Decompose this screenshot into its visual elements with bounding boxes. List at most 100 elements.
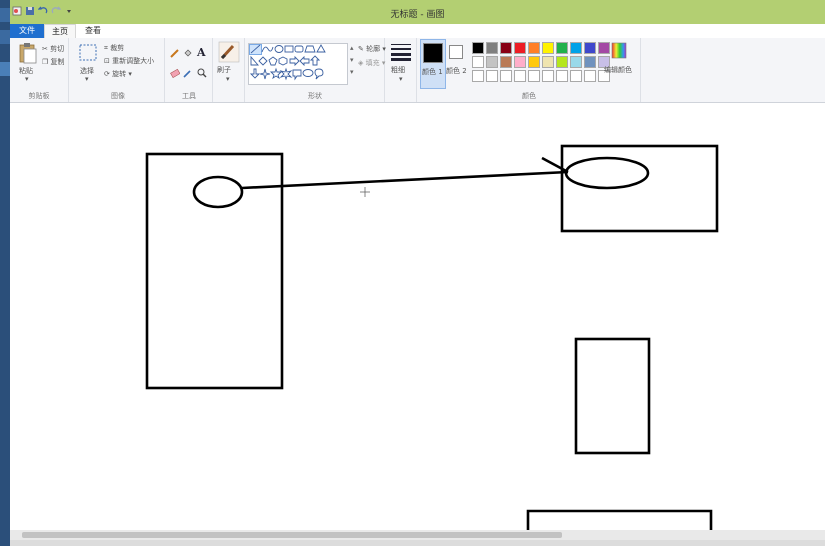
scissors-icon: ✂ bbox=[42, 45, 48, 53]
rotate-icon: ⟳ bbox=[104, 70, 110, 78]
resize-button[interactable]: ⊡ 重新调整大小 bbox=[104, 56, 154, 66]
window-title: 无标题 - 画图 bbox=[390, 10, 445, 20]
color-swatch[interactable] bbox=[598, 42, 610, 54]
outline-button[interactable]: ✎ 轮廓 ▾ bbox=[358, 44, 386, 54]
shapes-scroll-up-icon[interactable]: ▴ bbox=[350, 44, 354, 52]
resize-icon: ⊡ bbox=[104, 57, 110, 65]
color2-label: 颜色 2 bbox=[446, 67, 467, 75]
color-swatch[interactable] bbox=[514, 42, 526, 54]
edge-segment bbox=[0, 62, 10, 76]
color-palette bbox=[472, 42, 610, 82]
text-tool-icon[interactable]: A bbox=[197, 46, 206, 59]
tab-file[interactable]: 文件 bbox=[10, 24, 44, 38]
colors-group-label: 颜色 bbox=[522, 92, 536, 100]
rotate-button[interactable]: ⟳ 旋转 ▾ bbox=[104, 69, 132, 79]
color-swatch[interactable] bbox=[542, 70, 554, 82]
color-picker-icon[interactable] bbox=[183, 68, 193, 80]
color2-selector[interactable]: 颜色 2 bbox=[446, 39, 470, 87]
horizontal-scrollbar[interactable] bbox=[10, 530, 825, 540]
color-swatch[interactable] bbox=[556, 70, 568, 82]
select-icon[interactable] bbox=[78, 43, 98, 65]
image-group: 选择 ▾ ⌗ 裁剪 ⊡ 重新调整大小 ⟳ 旋转 ▾ 图像 bbox=[72, 38, 165, 102]
brushes-group: 刷子 ▾ bbox=[214, 38, 245, 102]
color-swatch[interactable] bbox=[486, 70, 498, 82]
size-dropdown-icon[interactable]: ▾ bbox=[399, 75, 403, 83]
color-swatch[interactable] bbox=[584, 42, 596, 54]
color-swatch[interactable] bbox=[528, 70, 540, 82]
shapes-more-icon[interactable]: ▾ bbox=[350, 68, 354, 76]
color1-selector[interactable]: 颜色 1 bbox=[420, 39, 446, 89]
brushes-dropdown-icon[interactable]: ▾ bbox=[226, 75, 230, 83]
color-swatch[interactable] bbox=[500, 56, 512, 68]
crop-button[interactable]: ⌗ 裁剪 bbox=[104, 43, 124, 53]
left-ellipse bbox=[192, 175, 244, 209]
color-swatch[interactable] bbox=[570, 70, 582, 82]
color-swatch[interactable] bbox=[514, 70, 526, 82]
color-swatch[interactable] bbox=[486, 42, 498, 54]
canvas-drawing bbox=[145, 144, 719, 530]
color-swatch[interactable] bbox=[486, 56, 498, 68]
line-size-icon[interactable] bbox=[390, 43, 412, 63]
color-swatch[interactable] bbox=[528, 42, 540, 54]
shapes-group-label: 形状 bbox=[308, 92, 322, 100]
color-swatch[interactable] bbox=[542, 56, 554, 68]
tools-group-label: 工具 bbox=[182, 92, 196, 100]
left-tall-rectangle bbox=[145, 152, 284, 390]
scrollbar-thumb[interactable] bbox=[22, 532, 562, 538]
select-dropdown-icon[interactable]: ▾ bbox=[85, 75, 89, 83]
color-swatch[interactable] bbox=[570, 42, 582, 54]
tab-view[interactable]: 查看 bbox=[78, 24, 108, 38]
shapes-scroll-down-icon[interactable]: ▾ bbox=[350, 56, 354, 64]
edit-colors-button[interactable]: 编辑颜色 bbox=[604, 65, 632, 75]
ribbon-tab-row: 文件 主页 查看 bbox=[10, 24, 825, 39]
pencil-icon[interactable] bbox=[170, 48, 180, 60]
tab-home[interactable]: 主页 bbox=[44, 24, 76, 39]
clipboard-group: 粘贴 ▾ ✂ 剪切 ❐ 复制 剪贴板 bbox=[10, 38, 69, 102]
color-swatch[interactable] bbox=[472, 70, 484, 82]
color-swatch[interactable] bbox=[556, 56, 568, 68]
color-swatch[interactable] bbox=[500, 70, 512, 82]
fill-icon: ◈ bbox=[358, 59, 364, 67]
drawing-canvas[interactable] bbox=[10, 103, 825, 530]
copy-icon: ❐ bbox=[42, 58, 49, 66]
fill-bucket-icon[interactable] bbox=[183, 48, 193, 60]
background-window-edge bbox=[0, 0, 10, 546]
size-group: 粗细 ▾ bbox=[386, 38, 417, 102]
color2-swatch bbox=[449, 45, 463, 59]
clipboard-group-label: 剪贴板 bbox=[28, 92, 50, 100]
cut-button[interactable]: ✂ 剪切 bbox=[42, 44, 64, 54]
bottom-rectangle-partial bbox=[526, 509, 713, 530]
paste-icon[interactable] bbox=[18, 42, 38, 66]
status-bar bbox=[10, 540, 825, 546]
color-swatch[interactable] bbox=[528, 56, 540, 68]
color-swatch[interactable] bbox=[472, 42, 484, 54]
magnifier-icon[interactable] bbox=[197, 68, 207, 80]
color-swatch[interactable] bbox=[584, 56, 596, 68]
connector-line bbox=[241, 170, 569, 190]
brushes-button[interactable]: 刷子 bbox=[217, 65, 231, 75]
tools-group: A 工具 bbox=[166, 38, 213, 102]
arrow-head-stroke bbox=[541, 156, 569, 174]
paste-dropdown-icon[interactable]: ▾ bbox=[25, 75, 29, 83]
crosshair-cursor-icon bbox=[360, 187, 370, 197]
eraser-icon[interactable] bbox=[170, 68, 181, 80]
edge-segment bbox=[0, 8, 10, 22]
fill-button[interactable]: ◈ 填充 ▾ bbox=[358, 58, 385, 68]
color-swatch[interactable] bbox=[542, 42, 554, 54]
outline-icon: ✎ bbox=[358, 45, 364, 53]
size-button[interactable]: 粗细 bbox=[391, 65, 405, 75]
color-swatch[interactable] bbox=[570, 56, 582, 68]
color-swatch[interactable] bbox=[584, 70, 596, 82]
color-swatch[interactable] bbox=[514, 56, 526, 68]
brush-icon[interactable] bbox=[218, 41, 240, 65]
color1-label: 颜色 1 bbox=[422, 68, 443, 76]
right-top-rectangle bbox=[560, 144, 719, 233]
copy-button[interactable]: ❐ 复制 bbox=[42, 57, 65, 67]
shapes-gallery[interactable] bbox=[248, 43, 348, 85]
color-swatch[interactable] bbox=[472, 56, 484, 68]
edge-segment bbox=[0, 30, 10, 44]
edit-colors-icon[interactable] bbox=[610, 42, 628, 62]
color-swatch[interactable] bbox=[500, 42, 512, 54]
color-swatch[interactable] bbox=[556, 42, 568, 54]
right-ellipse bbox=[564, 156, 650, 190]
